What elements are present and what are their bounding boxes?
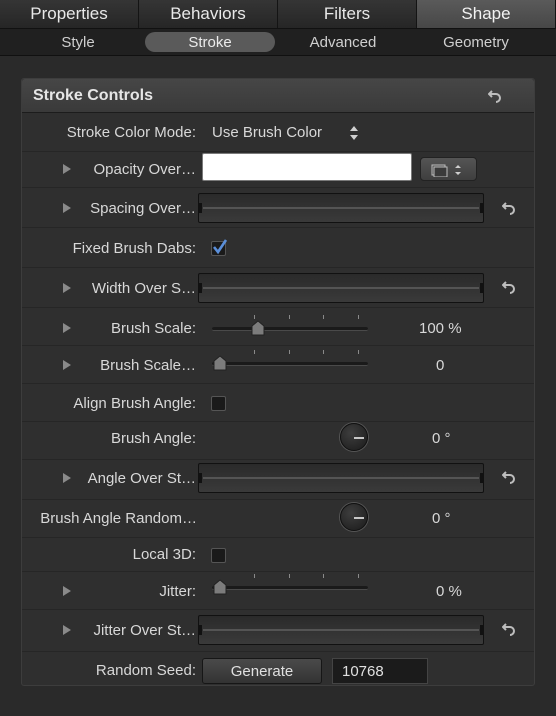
row-brush-angle-randomness: Brush Angle Random… 0 ° [22,500,534,538]
tab-behaviors[interactable]: Behaviors [139,0,278,28]
panel-title: Stroke Controls [33,87,154,104]
row-opacity-over: Opacity Over… [22,152,534,188]
slider-thumb[interactable] [212,579,228,595]
angle-over-label: Angle Over St… [87,470,196,487]
brush-angle-randomness-label: Brush Angle Random… [40,510,197,527]
disclosure-triangle-icon[interactable] [63,473,71,483]
tab-shape[interactable]: Shape [417,0,556,28]
reset-arrow-icon[interactable] [502,280,516,294]
stroke-color-mode-label: Stroke Color Mode: [66,124,196,141]
shape-subtabs: Style Stroke Advanced Geometry [0,29,556,56]
brush-scale-randomness-slider[interactable] [212,350,368,371]
angle-curve-well[interactable] [198,463,484,493]
disclosure-triangle-icon[interactable] [63,323,71,333]
spacing-over-label: Spacing Over… [90,200,196,217]
generate-seed-button[interactable]: Generate [202,658,322,684]
subtab-advanced[interactable]: Advanced [300,32,386,52]
subtab-geometry[interactable]: Geometry [436,32,516,52]
jitter-value[interactable]: 0 % [436,583,462,600]
spacing-curve-well[interactable] [198,193,484,223]
reset-arrow-icon[interactable] [502,201,516,215]
slider-thumb[interactable] [250,320,266,336]
tab-properties[interactable]: Properties [0,0,139,28]
row-spacing-over: Spacing Over… [22,188,534,228]
width-over-label: Width Over S… [91,280,196,297]
row-jitter-over: Jitter Over St… [22,610,534,652]
brush-angle-dial[interactable] [340,423,368,451]
row-brush-scale-randomness: Brush Scale… 0 [22,346,534,384]
brush-scale-randomness-label: Brush Scale… [100,357,196,374]
brush-angle-value[interactable]: 0 ° [432,430,451,447]
row-align-brush-angle: Align Brush Angle: [22,384,534,422]
row-jitter: Jitter: 0 % [22,572,534,610]
disclosure-triangle-icon[interactable] [63,625,71,635]
subtab-stroke[interactable]: Stroke [145,32,275,52]
align-brush-angle-checkbox[interactable] [211,396,226,411]
disclosure-triangle-icon[interactable] [63,360,71,370]
row-local-3d: Local 3D: [22,538,534,572]
inspector-tabs: Properties Behaviors Filters Shape [0,0,556,29]
disclosure-triangle-icon[interactable] [63,283,71,293]
brush-angle-randomness-dial[interactable] [340,503,368,531]
disclosure-triangle-icon[interactable] [63,203,71,213]
brush-angle-label: Brush Angle: [110,430,196,447]
fixed-brush-dabs-checkbox[interactable] [211,239,228,256]
reset-arrow-icon[interactable] [502,622,516,636]
jitter-label: Jitter: [159,583,196,600]
align-brush-angle-label: Align Brush Angle: [73,395,196,412]
row-random-seed: Random Seed: Generate 10768 [22,652,534,686]
opacity-gradient-well[interactable] [202,153,412,181]
reset-arrow-icon[interactable] [488,89,502,103]
row-brush-scale: Brush Scale: 100 % [22,308,534,346]
jitter-over-label: Jitter Over St… [93,622,196,639]
brush-scale-value[interactable]: 100 % [419,320,462,337]
row-stroke-color-mode: Stroke Color Mode: Use Brush Color [22,114,534,152]
jitter-slider[interactable] [212,574,368,595]
gradient-preset-icon [431,164,461,177]
row-brush-angle: Brush Angle: 0 ° [22,422,534,460]
brush-angle-randomness-value[interactable]: 0 ° [432,510,451,527]
disclosure-triangle-icon[interactable] [63,586,71,596]
reset-arrow-icon[interactable] [502,470,516,484]
brush-scale-slider[interactable] [212,315,368,336]
opacity-over-label: Opacity Over… [93,161,196,178]
row-fixed-brush-dabs: Fixed Brush Dabs: [22,228,534,268]
stroke-color-mode-popup[interactable]: Use Brush Color [212,124,322,141]
disclosure-triangle-icon[interactable] [63,164,71,174]
checkmark-icon [212,239,228,255]
subtab-style[interactable]: Style [38,32,118,52]
random-seed-field[interactable]: 10768 [332,658,428,684]
up-down-arrows-icon[interactable] [349,125,359,141]
brush-scale-randomness-value[interactable]: 0 [436,357,444,374]
panel-header[interactable]: Stroke Controls [22,79,534,113]
row-angle-over: Angle Over St… [22,460,534,500]
random-seed-label: Random Seed: [95,662,196,679]
width-curve-well[interactable] [198,273,484,303]
fixed-brush-dabs-label: Fixed Brush Dabs: [72,240,196,257]
local-3d-checkbox[interactable] [211,548,226,563]
row-width-over: Width Over S… [22,268,534,308]
brush-scale-label: Brush Scale: [110,320,196,337]
jitter-curve-well[interactable] [198,615,484,645]
local-3d-label: Local 3D: [132,546,196,563]
gradient-preset-popup[interactable] [420,157,477,181]
slider-thumb[interactable] [212,355,228,371]
tab-filters[interactable]: Filters [278,0,417,28]
